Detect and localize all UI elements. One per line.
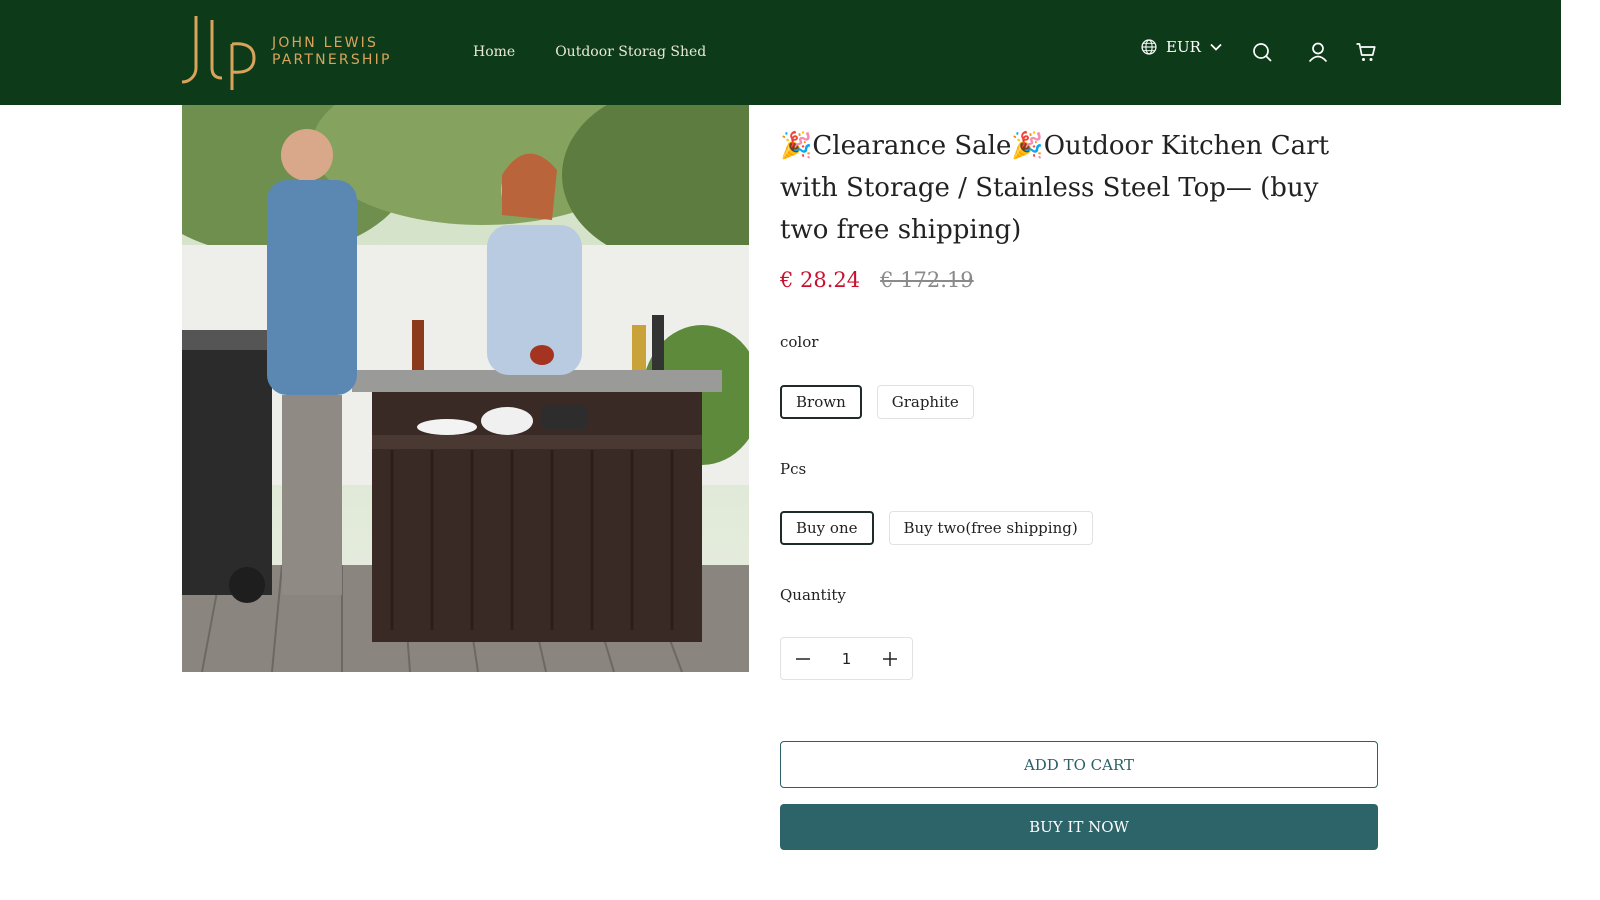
site-header: JOHN LEWIS PARTNERSHIP Home Outdoor Stor… bbox=[0, 0, 1561, 105]
chevron-down-icon bbox=[1210, 43, 1222, 51]
brand-line-1: JOHN LEWIS bbox=[272, 35, 379, 51]
quantity-value[interactable]: 1 bbox=[842, 650, 852, 668]
search-icon[interactable] bbox=[1251, 41, 1273, 63]
add-to-cart-button[interactable]: ADD TO CART bbox=[780, 741, 1378, 788]
color-options: Brown Graphite bbox=[780, 385, 974, 419]
brand-line-2: PARTNERSHIP bbox=[272, 52, 392, 68]
pcs-options: Buy one Buy two(free shipping) bbox=[780, 511, 1093, 545]
original-price: € 172.19 bbox=[880, 268, 974, 292]
brand-wordmark: JOHN LEWIS PARTNERSHIP bbox=[272, 35, 392, 69]
globe-icon bbox=[1141, 39, 1157, 55]
quantity-stepper: 1 bbox=[780, 637, 913, 680]
product-image[interactable] bbox=[182, 105, 749, 672]
quantity-increase-button[interactable] bbox=[868, 638, 912, 679]
sale-price: € 28.24 bbox=[780, 268, 861, 292]
product-photo bbox=[182, 105, 749, 672]
main-nav: Home Outdoor Storag Shed bbox=[473, 44, 706, 60]
quantity-label: Quantity bbox=[780, 586, 846, 604]
currency-selector[interactable]: EUR bbox=[1140, 38, 1223, 56]
jlp-monogram-icon bbox=[182, 16, 256, 90]
nav-item-home[interactable]: Home bbox=[473, 44, 515, 60]
color-option-graphite[interactable]: Graphite bbox=[876, 385, 974, 419]
color-option-brown[interactable]: Brown bbox=[780, 385, 862, 419]
price-block: € 28.24 € 172.19 bbox=[780, 268, 974, 292]
plus-icon bbox=[882, 651, 897, 666]
buy-it-now-button[interactable]: BUY IT NOW bbox=[780, 804, 1378, 850]
currency-value: EUR bbox=[1166, 38, 1201, 56]
cart-icon[interactable] bbox=[1355, 41, 1377, 63]
pcs-option-buy-two[interactable]: Buy two(free shipping) bbox=[888, 511, 1093, 545]
product-title: 🎉Clearance Sale🎉Outdoor Kitchen Cart wit… bbox=[780, 131, 1330, 245]
brand-logo[interactable]: JOHN LEWIS PARTNERSHIP bbox=[182, 14, 392, 90]
user-icon[interactable] bbox=[1307, 41, 1329, 63]
pcs-option-buy-one[interactable]: Buy one bbox=[780, 511, 874, 545]
color-option-label: color bbox=[780, 333, 819, 351]
pcs-option-label: Pcs bbox=[780, 460, 807, 478]
minus-icon bbox=[796, 657, 810, 660]
nav-item-outdoor-storag-shed[interactable]: Outdoor Storag Shed bbox=[555, 44, 706, 60]
quantity-decrease-button[interactable] bbox=[781, 638, 825, 679]
